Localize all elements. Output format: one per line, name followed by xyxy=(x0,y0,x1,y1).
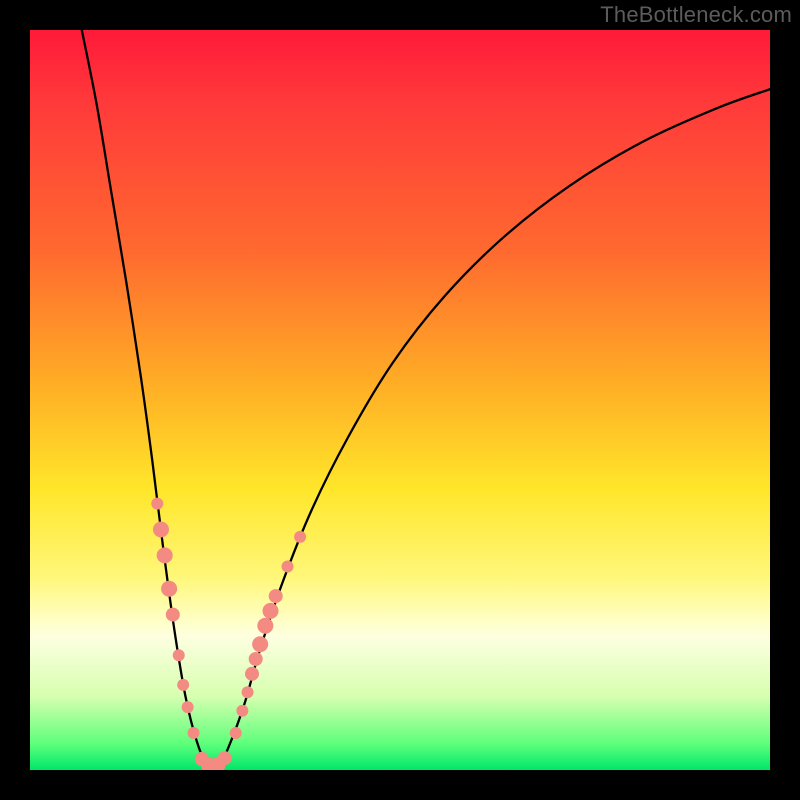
highlight-dot xyxy=(218,751,232,765)
highlight-dot xyxy=(245,667,259,681)
plot-area xyxy=(30,30,770,770)
highlight-dot xyxy=(161,581,177,597)
highlight-dot xyxy=(269,589,283,603)
highlight-dot xyxy=(188,727,200,739)
highlight-dot xyxy=(166,608,180,622)
highlight-dot xyxy=(294,531,306,543)
highlight-dot xyxy=(282,561,294,573)
highlight-dot xyxy=(151,498,163,510)
highlight-dot xyxy=(263,603,279,619)
bottleneck-curve xyxy=(82,30,770,769)
highlight-dot xyxy=(173,649,185,661)
curve-layer xyxy=(30,30,770,770)
highlight-dot xyxy=(153,522,169,538)
highlight-dot xyxy=(230,727,242,739)
highlight-dot xyxy=(182,701,194,713)
highlight-dot xyxy=(249,652,263,666)
highlight-dot xyxy=(236,705,248,717)
watermark-text: TheBottleneck.com xyxy=(600,2,792,28)
highlight-dot xyxy=(157,547,173,563)
chart-frame: TheBottleneck.com xyxy=(0,0,800,800)
highlight-dot xyxy=(257,618,273,634)
highlight-dot xyxy=(242,686,254,698)
highlight-dot xyxy=(252,636,268,652)
highlight-dot xyxy=(177,679,189,691)
